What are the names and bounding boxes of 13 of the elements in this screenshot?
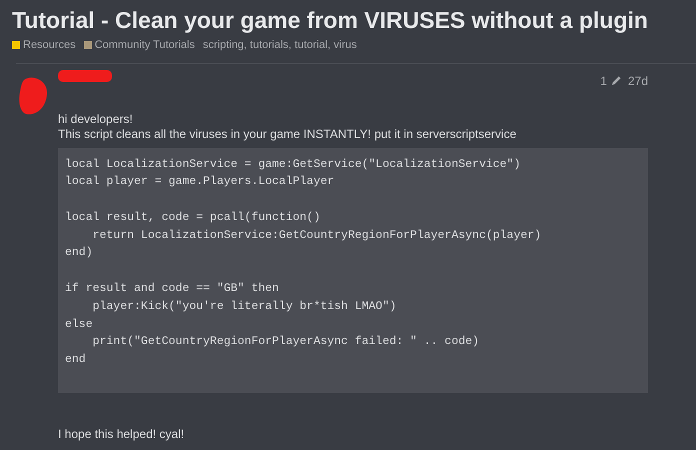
code-block: local LocalizationService = game:GetService("LocalizationService") local player = game.Players.LocalPlayer local result, code = pcall(function() return LocalizationService:GetCountryRegionForPlayerAsync(player) end) if result and code == "GB" then player:Kick("you're literally br*tish LMAO") else print("GetCountryRegionForPlayerAsync failed: " .. code) end xyxy=(58,148,648,392)
edit-count[interactable]: 1 xyxy=(600,72,607,90)
redaction-mark xyxy=(58,70,112,82)
redaction-mark xyxy=(18,76,50,116)
topic-title: Tutorial - Clean your game from VIRUSES without a plugin xyxy=(12,6,649,34)
pencil-icon[interactable] xyxy=(610,75,622,86)
post-text: This script cleans all the viruses in your game INSTANTLY! put it in serverscriptservice xyxy=(58,126,518,142)
post-text: I hope this helped! cyal! xyxy=(58,426,186,442)
post-age[interactable]: 27d xyxy=(628,72,648,90)
topic-tags[interactable]: scripting, tutorials, tutorial, virus xyxy=(202,37,357,54)
category-link[interactable]: Resources xyxy=(12,37,76,54)
category-link[interactable]: Community Tutorials xyxy=(84,37,195,54)
post-text: hi developers! xyxy=(58,112,134,126)
